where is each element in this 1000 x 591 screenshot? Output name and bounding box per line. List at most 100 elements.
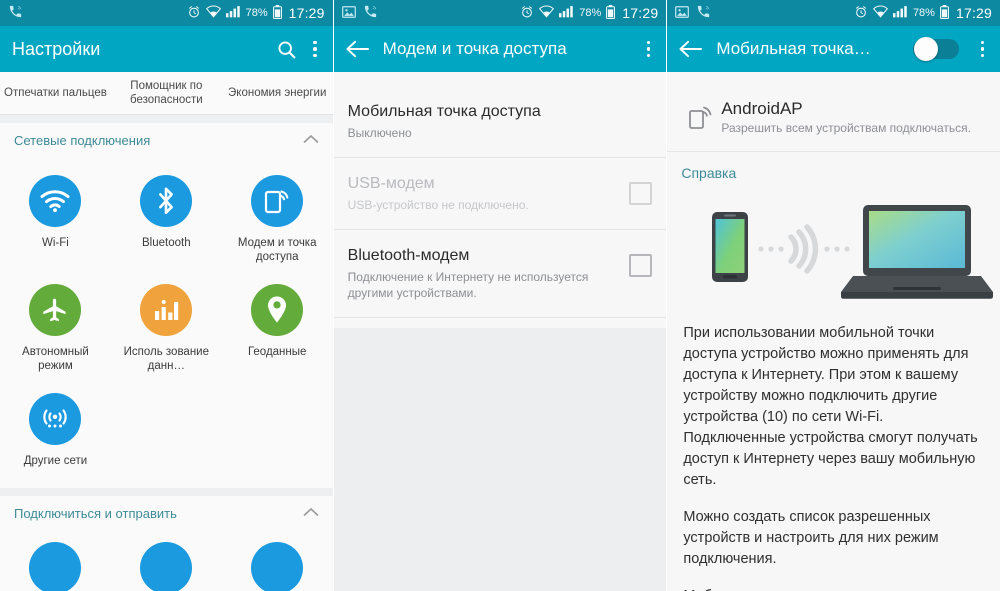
chevron-up-icon[interactable]: [303, 504, 319, 522]
grid-item-bluetooth[interactable]: Bluetooth: [111, 167, 222, 276]
list-item-subtitle: USB-устройство не подключено.: [347, 198, 529, 212]
battery-icon: [272, 4, 282, 22]
airplane-icon: [29, 284, 82, 336]
grid-item-airplane-mode[interactable]: Автономный режим: [0, 276, 111, 385]
chevron-up-icon[interactable]: [303, 131, 319, 149]
access-point-name: AndroidAP: [721, 99, 803, 118]
app-icon: [251, 542, 304, 591]
action-bar-actions: [912, 37, 989, 61]
battery-percent: 78%: [245, 7, 268, 19]
grid-item-label: Геоданные: [247, 346, 307, 358]
grid-item-tethering[interactable]: Модем и точка доступа: [222, 167, 333, 276]
help-paragraph: Мобильная точка доступа повышает: [683, 586, 984, 591]
connect-and-share-grid-peek: [0, 530, 333, 591]
list-item-title: Bluetooth-модем: [347, 247, 470, 264]
section-header-network[interactable]: Сетевые подключения: [0, 123, 333, 157]
list-item-subtitle: Подключение к Интернету не используется …: [347, 270, 589, 300]
data-usage-icon: [140, 284, 193, 336]
help-section-heading: Справка: [667, 152, 1000, 187]
status-bar: 78% 17:29: [0, 0, 333, 26]
grid-item-peek[interactable]: [0, 542, 111, 591]
grid-item-data-usage[interactable]: Исполь зование данн…: [111, 276, 222, 385]
help-paragraph: Можно создать список разрешенных устройс…: [683, 509, 939, 567]
clock: 17:29: [288, 5, 325, 21]
action-bar-actions: [643, 39, 655, 60]
battery-icon: [606, 4, 616, 22]
wifi-icon: [205, 5, 221, 21]
screen-mobile-hotspot: 78% 17:29 Мобильная точка… AndroidAP Раз…: [667, 0, 1000, 591]
usb-tethering-checkbox[interactable]: [629, 182, 653, 205]
image-icon: [675, 5, 690, 22]
overflow-menu-icon[interactable]: [309, 39, 321, 60]
bluetooth-icon: [140, 175, 193, 227]
wifi-icon: [872, 5, 889, 21]
overflow-menu-icon[interactable]: [643, 39, 655, 60]
grid-item-label: Bluetooth: [142, 237, 191, 249]
section-title: Сетевые подключения: [14, 132, 151, 148]
help-body: При использовании мобильной точки доступ…: [667, 319, 1000, 591]
alarm-icon: [187, 5, 201, 22]
status-bar-left-icons: [8, 4, 23, 22]
top-spacer: [667, 72, 1000, 84]
help-paragraph: При использовании мобильной точки доступ…: [683, 325, 978, 488]
grid-item-peek[interactable]: [111, 542, 222, 591]
app-icon: [29, 542, 82, 591]
list-item-bluetooth-tethering[interactable]: Bluetooth-модем Подключение к Интернету …: [333, 230, 667, 317]
list-item-access-point[interactable]: AndroidAP Разрешить всем устройствам под…: [667, 84, 1000, 152]
clock: 17:29: [955, 5, 993, 21]
list-item-usb-tethering[interactable]: USB-модем USB-устройство не подключено.: [333, 158, 667, 230]
section-gap: [0, 115, 333, 123]
call-icon: [8, 4, 23, 22]
phone-to-laptop-wifi-illustration: [667, 187, 1000, 319]
list-item-mobile-hotspot[interactable]: Мобильная точка доступа Выключено: [333, 86, 667, 158]
tab-power-saving[interactable]: Экономия энергии: [222, 86, 333, 100]
battery-icon: [940, 4, 949, 22]
access-point-description: Разрешить всем устройствам подключаться.: [721, 121, 971, 135]
list-item-text: Мобильная точка доступа Выключено: [348, 102, 653, 141]
grid-item-peek[interactable]: [222, 542, 333, 591]
alarm-icon: [854, 5, 868, 22]
status-bar-right-icons: 78% 17:29: [520, 4, 659, 22]
bluetooth-tethering-checkbox[interactable]: [629, 254, 653, 277]
toggle-knob: [913, 37, 938, 61]
call-icon: [696, 4, 711, 22]
overflow-menu-icon[interactable]: [977, 39, 989, 60]
signal-icon: [892, 5, 908, 21]
access-point-text: AndroidAP Разрешить всем устройствам под…: [721, 98, 986, 135]
app-icon: [140, 542, 193, 591]
grid-item-location[interactable]: Геоданные: [222, 276, 333, 385]
clock: 17:29: [622, 5, 659, 21]
status-bar-left-icons: [675, 4, 711, 22]
status-bar-right-icons: 78% 17:29: [854, 4, 993, 22]
list-item-subtitle: Выключено: [347, 126, 412, 140]
wifi-icon: [29, 175, 82, 227]
page-title: Мобильная точка…: [716, 39, 871, 58]
search-icon[interactable]: [276, 39, 297, 60]
status-bar: 78% 17:29: [667, 0, 1000, 26]
tab-security-assistant[interactable]: Помощник по безопасности: [111, 79, 222, 107]
signal-icon: [559, 5, 574, 21]
tab-fingerprints[interactable]: Отпечатки пальцев: [0, 86, 111, 100]
back-arrow-icon[interactable]: [346, 40, 369, 58]
grid-item-label: Исполь зование данн…: [123, 346, 209, 372]
section-header-connect-and-share[interactable]: Подключиться и отправить: [0, 496, 333, 530]
other-networks-icon: [29, 393, 82, 445]
top-spacer: [333, 72, 667, 86]
section-title: Подключиться и отправить: [14, 505, 177, 521]
status-bar-left-icons: [341, 4, 378, 22]
signal-icon: [225, 5, 241, 21]
action-bar-settings: Настройки: [0, 26, 333, 72]
tethering-list: Мобильная точка доступа Выключено USB-мо…: [333, 86, 667, 328]
grid-item-wifi[interactable]: Wi-Fi: [0, 167, 111, 276]
back-arrow-icon[interactable]: [679, 40, 703, 58]
hotspot-toggle[interactable]: [912, 37, 959, 61]
section-gap: [0, 488, 333, 496]
grid-item-other-networks[interactable]: Другие сети: [0, 385, 111, 480]
page-title: Модем и точка доступа: [382, 39, 567, 58]
alarm-icon: [520, 5, 534, 22]
action-bar-hotspot: Мобильная точка…: [667, 26, 1000, 72]
portable-hotspot-icon: [681, 103, 721, 131]
page-title: Настройки: [12, 38, 101, 59]
screen-tethering: 78% 17:29 Модем и точка доступа Мобильна…: [333, 0, 668, 591]
call-icon: [363, 4, 378, 22]
